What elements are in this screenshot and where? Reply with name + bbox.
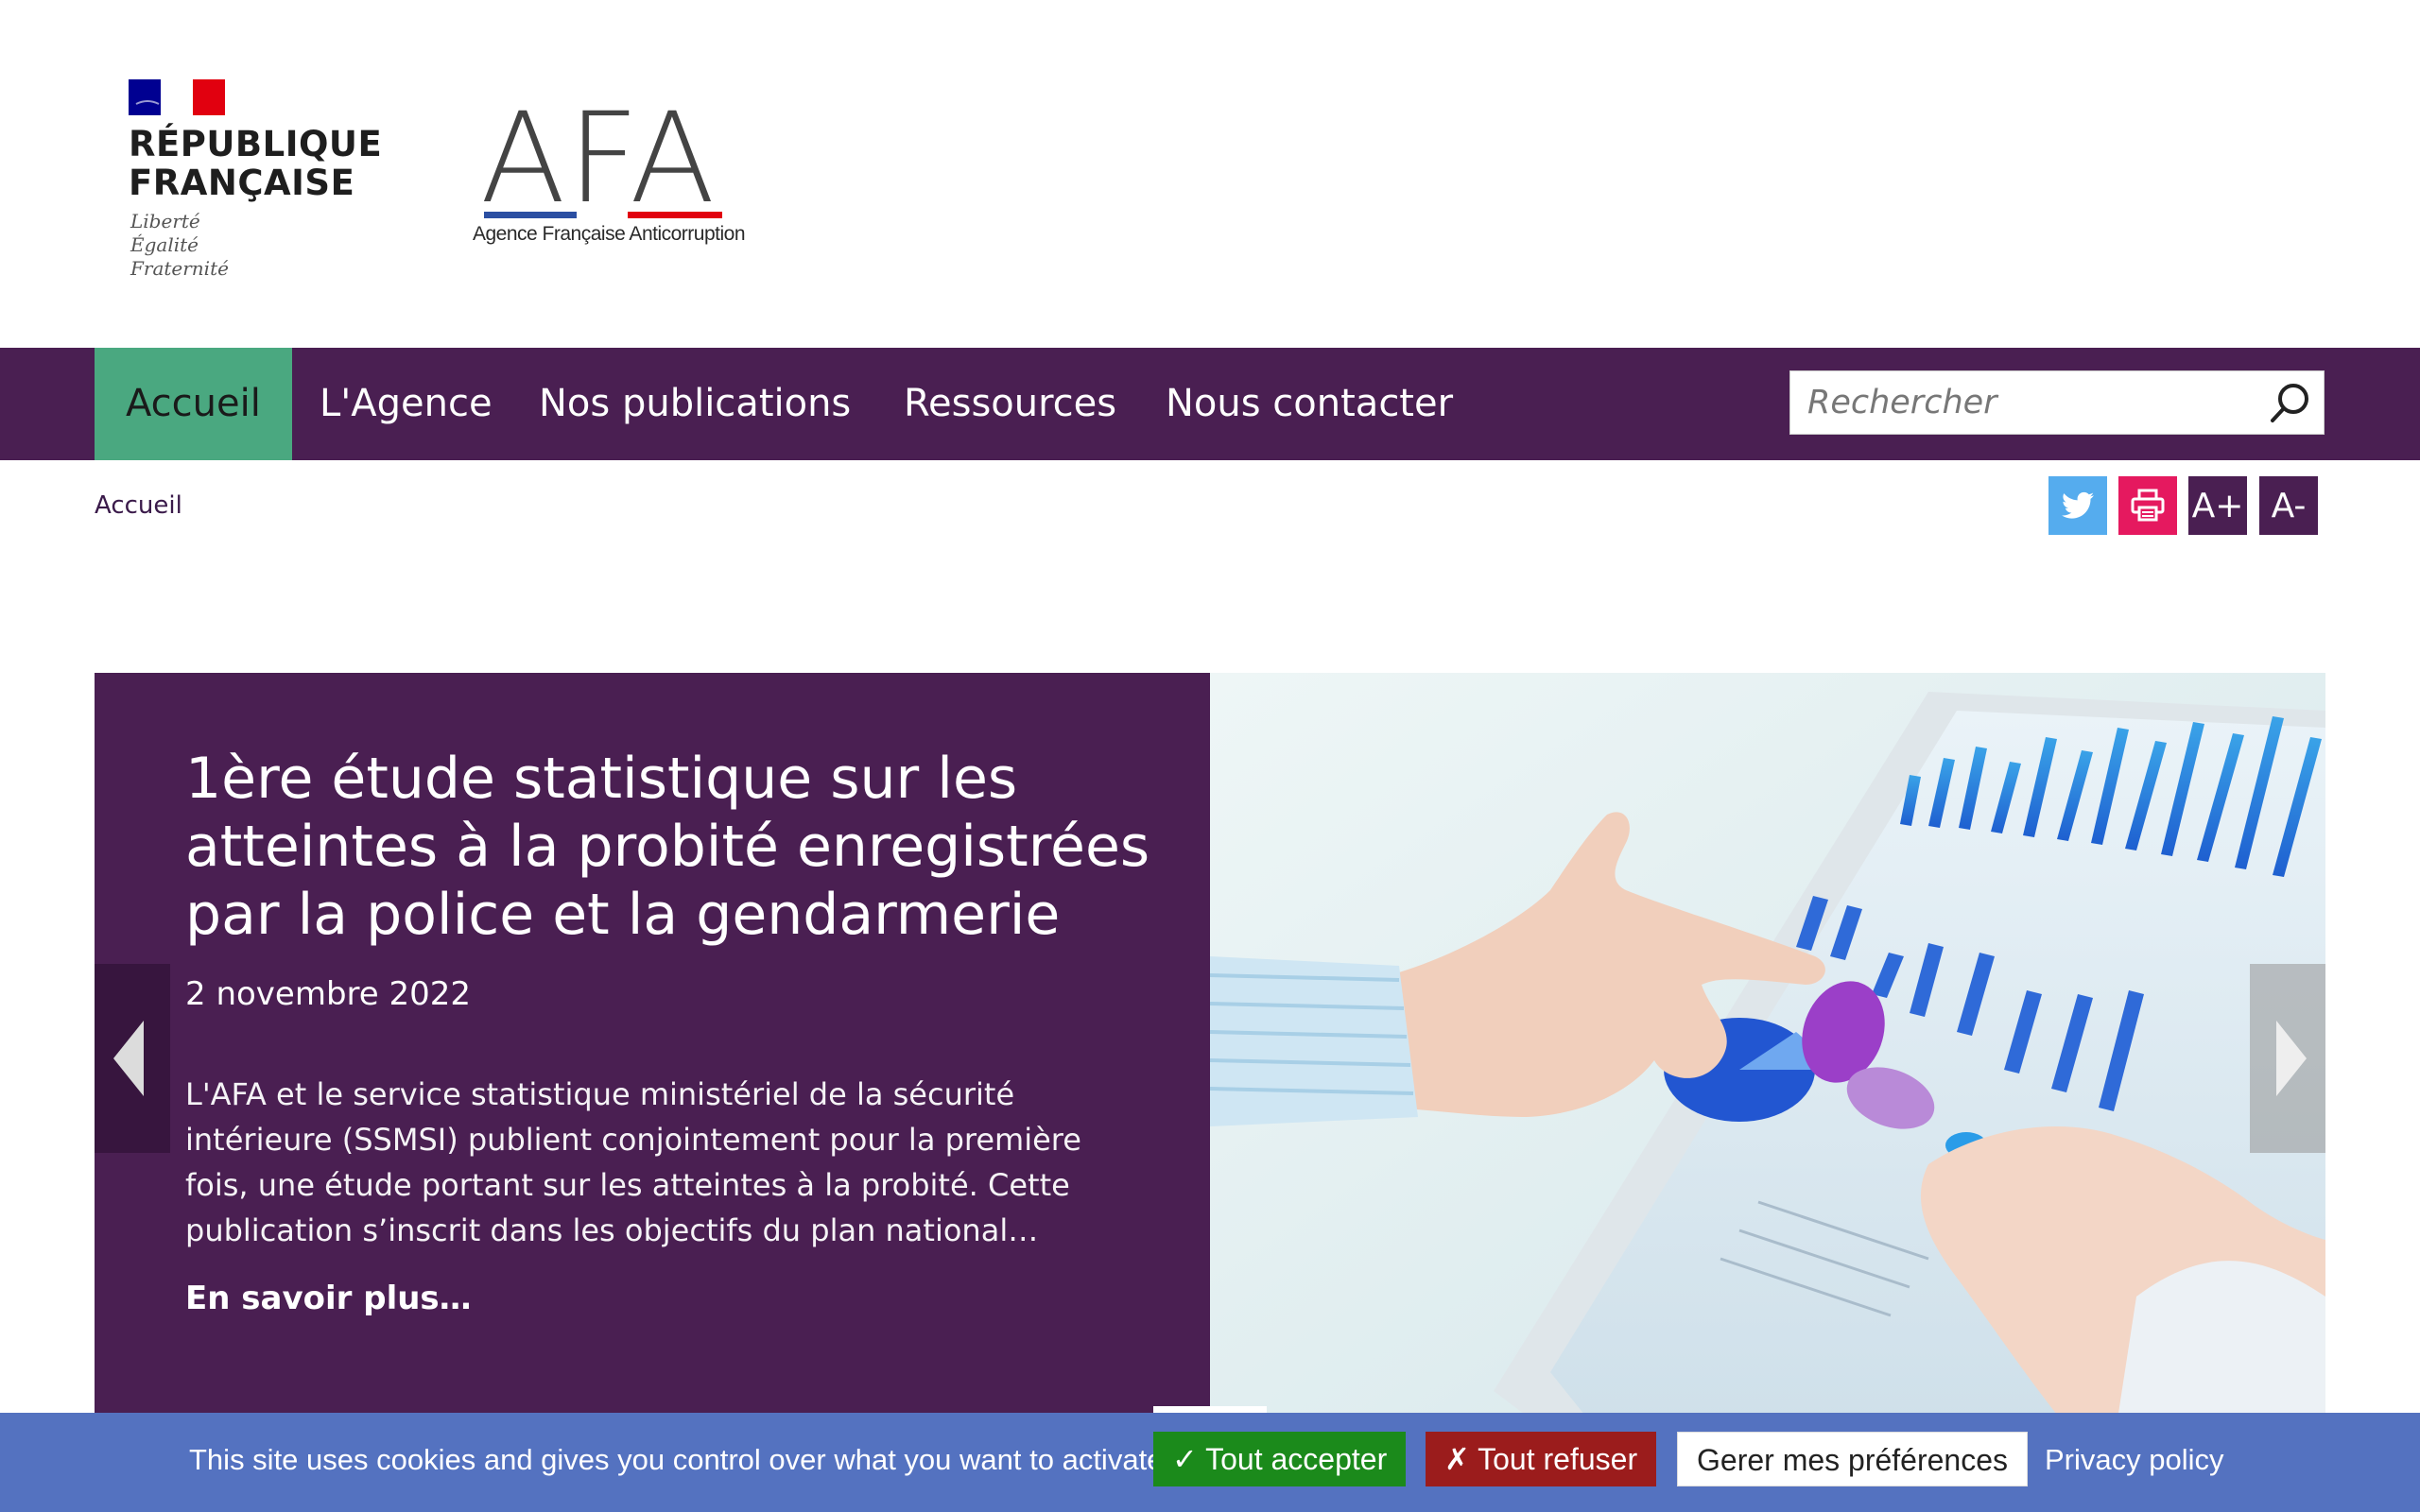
cookie-message: This site uses cookies and gives you con… (189, 1443, 1164, 1476)
nav-item-ressources[interactable]: Ressources (873, 348, 1148, 460)
breadcrumb: Accueil (95, 491, 182, 520)
afa-logo-red-bar (628, 212, 722, 218)
afa-logo-blue-bar (484, 212, 577, 218)
afa-logo-letters: AFA (480, 86, 717, 232)
chevron-right-icon (2276, 1021, 2307, 1096)
afa-logo-subtitle: Agence Française Anticorruption (473, 223, 746, 245)
republique-francaise-text: RÉPUBLIQUE FRANÇAISE (129, 124, 383, 203)
news-slider: 1ère étude statistique sur les atteintes… (95, 673, 2325, 1419)
search-box (1789, 370, 2325, 435)
privacy-policy-link[interactable]: Privacy policy (2045, 1413, 2224, 1512)
read-more-link[interactable]: En savoir plus… (185, 1280, 472, 1317)
nav-item-contact[interactable]: Nous contacter (1134, 348, 1484, 460)
print-button[interactable] (2118, 476, 2177, 535)
slide-image-tablet-chart (1210, 673, 2325, 1419)
search-input[interactable] (1790, 371, 2254, 434)
slider-next-button[interactable] (2250, 964, 2325, 1153)
nav-item-publications[interactable]: Nos publications (508, 348, 882, 460)
site-header: RÉPUBLIQUE FRANÇAISE Liberté Égalité Fra… (0, 0, 2420, 348)
slider-prev-button[interactable] (95, 964, 170, 1153)
slide-title[interactable]: 1ère étude statistique sur les atteintes… (185, 745, 1168, 949)
slide-date: 2 novembre 2022 (185, 975, 472, 1013)
cookie-banner: This site uses cookies and gives you con… (0, 1413, 2420, 1512)
republique-francaise-logo[interactable]: RÉPUBLIQUE FRANÇAISE Liberté Égalité Fra… (129, 79, 382, 287)
nav-item-agence[interactable]: L'Agence (288, 348, 524, 460)
twitter-icon (2062, 491, 2094, 519)
breadcrumb-item-accueil[interactable]: Accueil (95, 491, 182, 520)
print-icon (2131, 489, 2165, 522)
increase-font-button[interactable]: A+ (2188, 476, 2247, 535)
refuse-all-cookies-button[interactable]: ✗ Tout refuser (1426, 1432, 1657, 1486)
accept-all-cookies-button[interactable]: ✓ Tout accepter (1153, 1432, 1407, 1486)
search-icon (2271, 384, 2308, 422)
decrease-font-button[interactable]: A- (2259, 476, 2318, 535)
twitter-share-button[interactable] (2048, 476, 2107, 535)
search-button[interactable] (2265, 379, 2314, 428)
cookie-preferences-button[interactable]: Gerer mes préférences (1677, 1432, 2029, 1486)
chevron-left-icon (113, 1021, 144, 1096)
nav-item-accueil[interactable]: Accueil (95, 348, 292, 460)
republique-motto: Liberté Égalité Fraternité (130, 210, 229, 280)
afa-logo[interactable]: AFA Agence Française Anticorruption (471, 86, 746, 257)
marianne-flag-icon (129, 79, 225, 115)
slide-text-panel: 1ère étude statistique sur les atteintes… (95, 673, 1210, 1419)
slide-description: L'AFA et le service statistique ministér… (185, 1076, 1081, 1248)
main-navigation: Accueil L'Agence Nos publications Ressou… (0, 348, 2420, 460)
